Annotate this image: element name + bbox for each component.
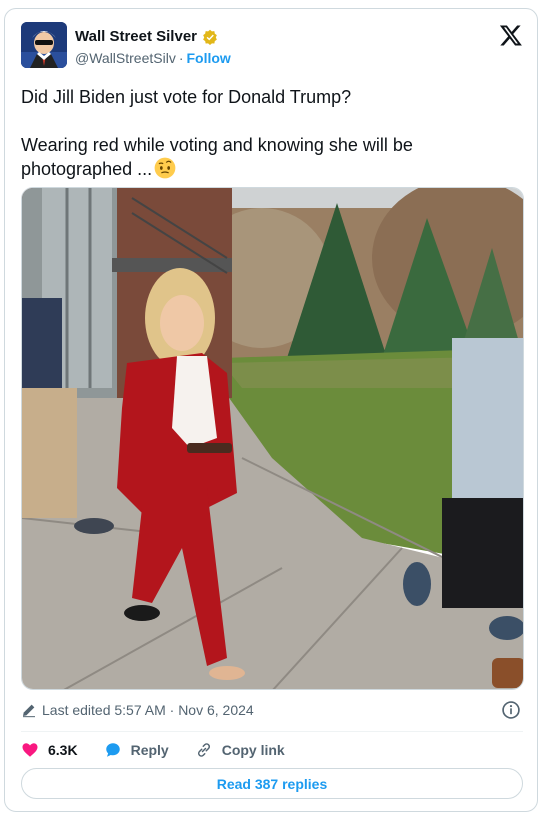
tweet-line-2: Wearing red while voting and knowing she… <box>21 135 413 179</box>
verified-badge-icon <box>203 29 217 45</box>
reply-label: Reply <box>130 742 169 758</box>
x-logo-icon[interactable] <box>499 23 523 47</box>
tweet-text: Did Jill Biden just vote for Donald Trum… <box>21 85 521 181</box>
heart-icon <box>22 743 38 757</box>
author-handle[interactable]: @WallStreetSilv <box>75 50 176 66</box>
read-replies-button[interactable]: Read 387 replies <box>21 768 523 799</box>
tweet-card: Wall Street Silver @WallStreetSilv · Fol… <box>4 8 538 812</box>
author-name[interactable]: Wall Street Silver <box>75 28 197 45</box>
copy-link-label: Copy link <box>221 742 285 758</box>
avatar[interactable] <box>21 22 67 68</box>
tweet-line-1: Did Jill Biden just vote for Donald Trum… <box>21 87 352 107</box>
tweet-photo[interactable] <box>21 187 524 690</box>
like-button[interactable]: 6.3K <box>21 741 78 759</box>
follow-button[interactable]: Follow <box>187 50 231 66</box>
pencil-icon <box>23 704 35 718</box>
link-icon <box>197 743 210 757</box>
speech-bubble-icon <box>105 743 120 757</box>
info-icon[interactable] <box>501 700 521 720</box>
last-edited-text[interactable]: Last edited 5:57 AM · Nov 6, 2024 <box>42 702 254 718</box>
like-count: 6.3K <box>48 742 78 758</box>
reply-button[interactable]: Reply <box>104 741 169 759</box>
face-with-raised-eyebrow-icon <box>154 157 176 179</box>
handle-separator: · <box>178 50 184 66</box>
copy-link-button[interactable]: Copy link <box>195 741 285 759</box>
divider <box>21 731 523 732</box>
